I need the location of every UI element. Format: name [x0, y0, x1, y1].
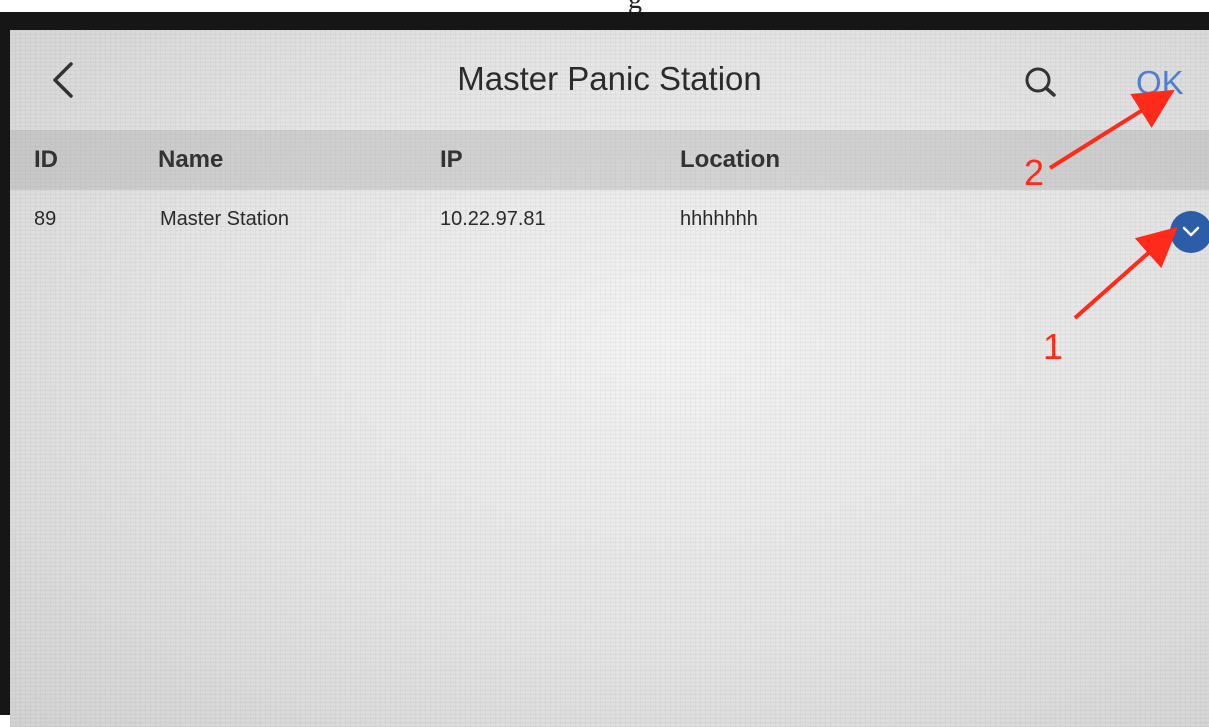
search-button[interactable] [1016, 58, 1064, 106]
chevron-down-icon [1182, 226, 1200, 237]
column-header-ip: IP [440, 146, 463, 173]
row-ip: 10.22.97.81 [440, 208, 546, 230]
column-header-id: ID [34, 146, 58, 173]
row-location: hhhhhhh [680, 208, 758, 230]
column-header-location: Location [680, 146, 780, 173]
annotation-label-2: 2 [1024, 152, 1045, 193]
row-id: 89 [34, 208, 57, 230]
annotation-label-1: 1 [1043, 326, 1064, 367]
row-name: Master Station [160, 208, 289, 230]
touch-screen: Master Panic Station OK ID Name IP Locat… [10, 30, 1209, 727]
cropped-caption-fragment: g [0, 0, 1209, 12]
app-header: Master Panic Station OK [10, 30, 1209, 130]
column-header-name: Name [158, 146, 224, 173]
device-bezel: Master Panic Station OK ID Name IP Locat… [0, 12, 1209, 727]
search-icon [1025, 67, 1056, 97]
caption-glyph: g [628, 0, 642, 12]
table-row[interactable]: 89 Master Station 10.22.97.81 hhhhhhh [10, 198, 1209, 248]
ok-button[interactable]: OK [1136, 64, 1184, 102]
row-select-checkbox[interactable] [1170, 211, 1209, 253]
